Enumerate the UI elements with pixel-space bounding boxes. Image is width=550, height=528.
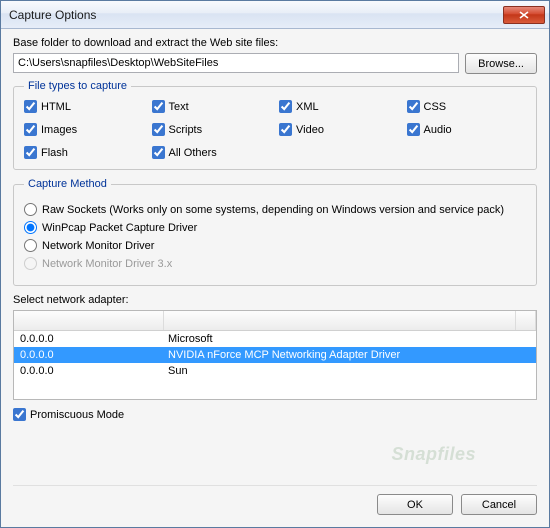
filetype-label: Images	[41, 124, 77, 136]
capture-method-radio	[24, 257, 37, 270]
capture-method-option: Network Monitor Driver 3.x	[24, 257, 526, 270]
filetype-label: Text	[169, 101, 189, 113]
filetype-xml[interactable]: XML	[279, 100, 399, 113]
filetype-checkbox[interactable]	[152, 146, 165, 159]
adapter-row[interactable]: 0.0.0.0Microsoft	[14, 331, 536, 347]
capture-method-radio[interactable]	[24, 221, 37, 234]
capture-method-option[interactable]: WinPcap Packet Capture Driver	[24, 221, 526, 234]
window-title: Capture Options	[9, 8, 503, 22]
filetype-checkbox[interactable]	[24, 146, 37, 159]
capture-method-option[interactable]: Raw Sockets (Works only on some systems,…	[24, 203, 526, 216]
capture-method-option[interactable]: Network Monitor Driver	[24, 239, 526, 252]
promiscuous-input[interactable]	[13, 408, 26, 421]
cancel-button[interactable]: Cancel	[461, 494, 537, 515]
file-types-legend: File types to capture	[24, 80, 131, 92]
capture-method-label: Raw Sockets (Works only on some systems,…	[42, 204, 504, 216]
adapter-name: NVIDIA nForce MCP Networking Adapter Dri…	[164, 349, 536, 361]
adapter-name: Microsoft	[164, 333, 536, 345]
adapter-ip: 0.0.0.0	[14, 365, 164, 377]
capture-method-label: Network Monitor Driver 3.x	[42, 258, 172, 270]
filetype-scripts[interactable]: Scripts	[152, 123, 272, 136]
capture-method-label: Network Monitor Driver	[42, 240, 154, 252]
filetype-checkbox[interactable]	[279, 123, 292, 136]
base-folder-label: Base folder to download and extract the …	[13, 37, 537, 49]
titlebar[interactable]: Capture Options	[1, 1, 549, 29]
ok-button[interactable]: OK	[377, 494, 453, 515]
filetype-checkbox[interactable]	[152, 123, 165, 136]
filetype-label: Video	[296, 124, 324, 136]
adapter-row[interactable]: 0.0.0.0Sun	[14, 363, 536, 379]
watermark: Snapfiles	[391, 444, 476, 465]
button-row: OK Cancel	[13, 485, 537, 519]
filetype-checkbox[interactable]	[407, 123, 420, 136]
filetype-text[interactable]: Text	[152, 100, 272, 113]
capture-method-legend: Capture Method	[24, 178, 111, 190]
filetype-flash[interactable]: Flash	[24, 146, 144, 159]
filetype-html[interactable]: HTML	[24, 100, 144, 113]
promiscuous-checkbox[interactable]: Promiscuous Mode	[13, 408, 537, 421]
close-button[interactable]	[503, 6, 545, 24]
filetype-all-others[interactable]: All Others	[152, 146, 272, 159]
adapter-col-extra[interactable]	[516, 311, 536, 330]
adapter-row[interactable]: 0.0.0.0NVIDIA nForce MCP Networking Adap…	[14, 347, 536, 363]
adapter-col-name[interactable]	[164, 311, 516, 330]
capture-method-radio[interactable]	[24, 239, 37, 252]
filetype-label: CSS	[424, 101, 447, 113]
capture-method-group: Capture Method Raw Sockets (Works only o…	[13, 178, 537, 286]
adapter-header[interactable]	[14, 311, 536, 331]
filetype-label: HTML	[41, 101, 71, 113]
adapter-label: Select network adapter:	[13, 294, 537, 306]
filetype-label: Scripts	[169, 124, 203, 136]
filetype-checkbox[interactable]	[407, 100, 420, 113]
filetype-label: Audio	[424, 124, 452, 136]
adapter-name: Sun	[164, 365, 536, 377]
adapter-ip: 0.0.0.0	[14, 333, 164, 345]
file-types-group: File types to capture HTML Text XML CSS Imag…	[13, 80, 537, 170]
filetype-label: Flash	[41, 147, 68, 159]
filetype-label: XML	[296, 101, 319, 113]
filetype-checkbox[interactable]	[24, 100, 37, 113]
capture-method-label: WinPcap Packet Capture Driver	[42, 222, 197, 234]
filetype-label: All Others	[169, 147, 217, 159]
promiscuous-label: Promiscuous Mode	[30, 409, 124, 421]
base-folder-input[interactable]	[13, 53, 459, 73]
filetype-images[interactable]: Images	[24, 123, 144, 136]
filetype-checkbox[interactable]	[24, 123, 37, 136]
filetype-audio[interactable]: Audio	[407, 123, 527, 136]
adapter-ip: 0.0.0.0	[14, 349, 164, 361]
filetype-checkbox[interactable]	[152, 100, 165, 113]
filetype-video[interactable]: Video	[279, 123, 399, 136]
filetype-checkbox[interactable]	[279, 100, 292, 113]
capture-method-radio[interactable]	[24, 203, 37, 216]
adapter-list[interactable]: 0.0.0.0Microsoft0.0.0.0NVIDIA nForce MCP…	[13, 310, 537, 400]
filetype-css[interactable]: CSS	[407, 100, 527, 113]
close-icon	[519, 11, 529, 19]
adapter-col-ip[interactable]	[14, 311, 164, 330]
browse-button[interactable]: Browse...	[465, 53, 537, 74]
window: Capture Options Base folder to download …	[0, 0, 550, 528]
content-area: Base folder to download and extract the …	[1, 29, 549, 527]
